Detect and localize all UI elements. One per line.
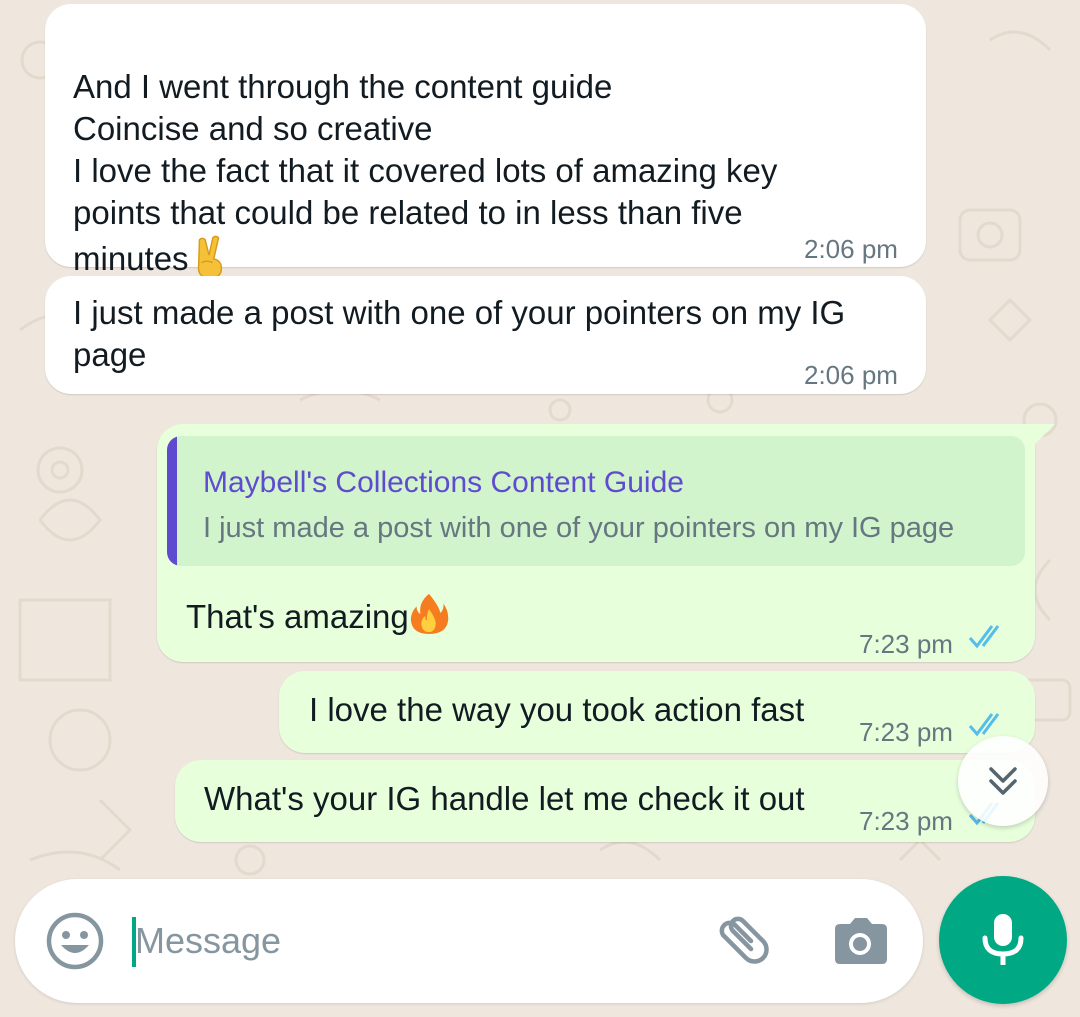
message-timestamp: 7:23 pm xyxy=(859,806,953,836)
message-timestamp: 7:23 pm xyxy=(859,717,953,747)
message-text: That's amazing xyxy=(186,592,449,638)
message-text: I love the way you took action fast xyxy=(309,691,805,728)
voice-message-button[interactable] xyxy=(939,876,1067,1004)
message-timestamp: 2:06 pm xyxy=(804,360,898,390)
mic-icon xyxy=(982,914,1024,965)
message-bubble-outgoing[interactable]: I love the way you took action fast 7:23… xyxy=(279,671,1035,753)
message-text: What's your IG handle let me check it ou… xyxy=(204,780,805,817)
message-bubble-outgoing[interactable]: Maybell's Collections Content Guide I ju… xyxy=(157,424,1055,662)
message-text-body: That's amazing xyxy=(186,598,409,635)
quote-text: I just made a post with one of your poin… xyxy=(203,512,955,544)
camera-icon[interactable] xyxy=(827,909,891,973)
quoted-message[interactable]: Maybell's Collections Content Guide I ju… xyxy=(167,436,1025,566)
scroll-to-bottom-button[interactable] xyxy=(958,736,1048,826)
quote-author: Maybell's Collections Content Guide xyxy=(203,466,684,499)
message-bubble-outgoing[interactable]: What's your IG handle let me check it ou… xyxy=(175,760,1035,842)
emoji-icon[interactable] xyxy=(43,909,107,973)
message-text-body: And I went through the content guide Coi… xyxy=(73,68,778,277)
message-bubble-incoming[interactable]: And I went through the content guide Coi… xyxy=(45,4,926,277)
quote-accent-bar xyxy=(167,436,177,566)
read-receipt-icon xyxy=(968,625,1000,649)
message-bubble-incoming[interactable]: I just made a post with one of your poin… xyxy=(45,276,926,394)
bubble-tail xyxy=(1033,424,1055,446)
message-composer xyxy=(15,879,923,1003)
message-timestamp: 7:23 pm xyxy=(859,629,953,659)
victory-hand-emoji-icon xyxy=(197,235,222,276)
fire-emoji-icon xyxy=(410,593,448,634)
read-receipt-icon xyxy=(968,713,1000,737)
double-chevron-down-icon xyxy=(989,767,1017,795)
message-text: And I went through the content guide Coi… xyxy=(73,24,913,280)
message-input[interactable] xyxy=(135,909,695,973)
attach-icon[interactable] xyxy=(707,909,771,973)
message-timestamp: 2:06 pm xyxy=(804,234,898,264)
message-text: I just made a post with one of your poin… xyxy=(73,294,846,373)
